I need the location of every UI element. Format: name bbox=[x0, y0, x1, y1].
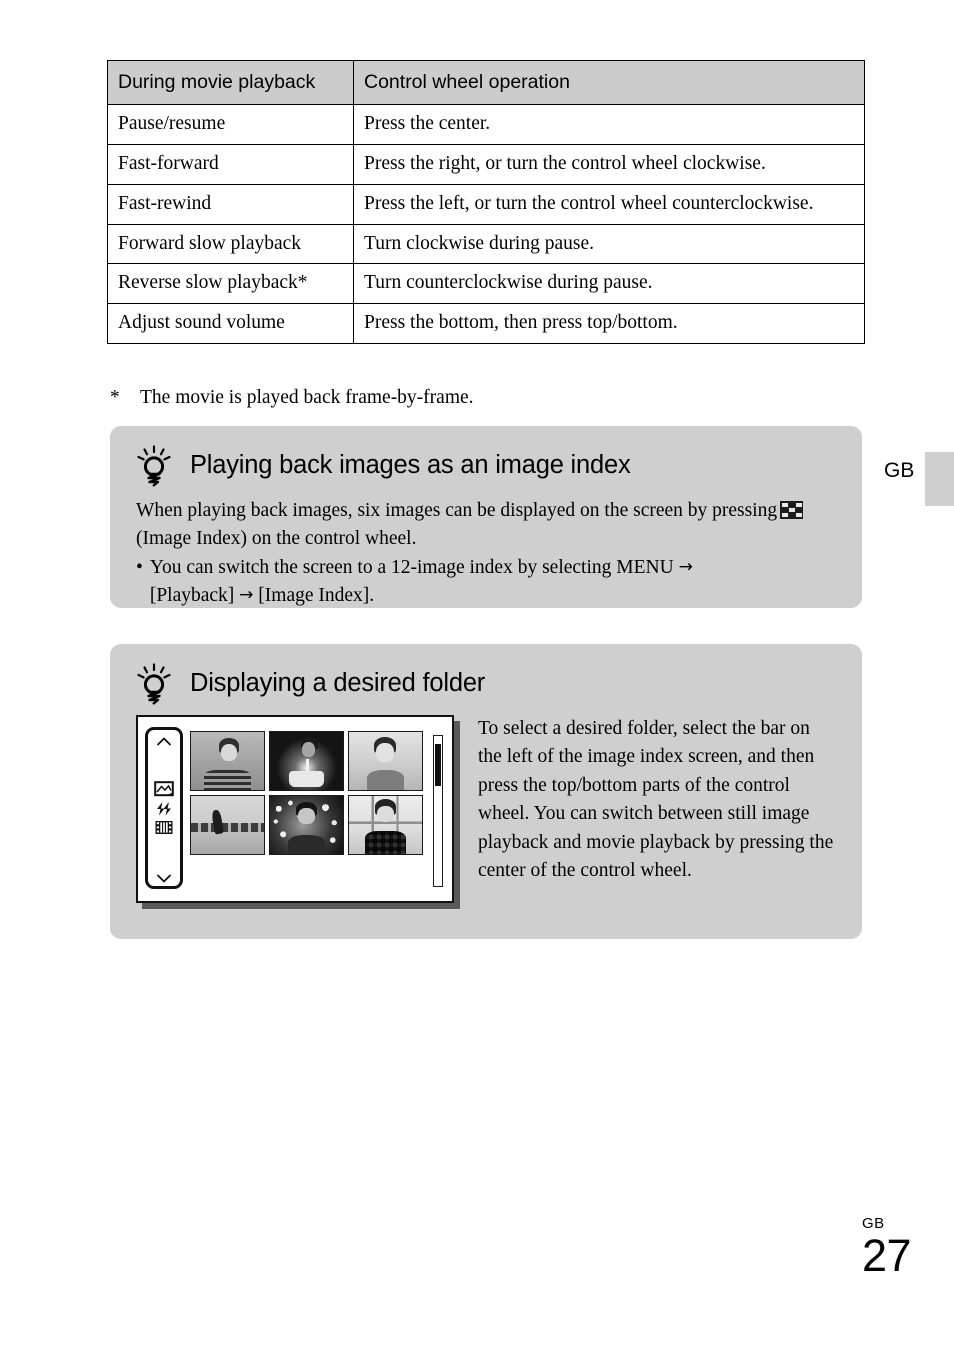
folder-bar-icons bbox=[154, 780, 174, 836]
tip-body: When playing back images, six images can… bbox=[136, 497, 836, 611]
image-index-icon bbox=[780, 501, 804, 519]
folder-selection-bar[interactable] bbox=[145, 727, 183, 889]
table-footnote: * The movie is played back frame-by-frame… bbox=[110, 385, 870, 410]
thumbnail-boy-plaid-window[interactable] bbox=[348, 795, 423, 855]
thumbnail-boy-portrait[interactable] bbox=[190, 731, 265, 791]
tip-paragraph: When playing back images, six images can… bbox=[136, 497, 836, 554]
tip-title: Playing back images as an image index bbox=[190, 451, 631, 479]
bullet-text-playback: [Playback] bbox=[149, 585, 235, 607]
table-header-row: During movie playback Control wheel oper… bbox=[107, 59, 865, 106]
scrollbar-thumb[interactable] bbox=[435, 744, 441, 786]
movie-playback-operations-table: During movie playback Control wheel oper… bbox=[107, 59, 865, 344]
table-header-cell-operation: Control wheel operation bbox=[353, 59, 865, 106]
footnote-mark: * bbox=[110, 387, 120, 408]
table-row: Adjust sound volume Press the bottom, th… bbox=[107, 303, 865, 344]
tip-box-image-index: Playing back images as an image index Wh… bbox=[110, 426, 862, 608]
side-region-label: GB bbox=[884, 459, 915, 482]
table-cell-action: Pause/resume bbox=[107, 104, 354, 146]
footer-region-label: GB bbox=[862, 1215, 885, 1232]
table-cell-action: Forward slow playback bbox=[107, 223, 354, 265]
thumbnail-birthday-cake[interactable] bbox=[269, 731, 344, 791]
camera-screen bbox=[136, 715, 454, 903]
bullet-dot: • bbox=[136, 556, 143, 578]
tip-paragraph-part-2: (Image Index) on the control wheel. bbox=[136, 528, 417, 550]
table-row: Fast-rewind Press the left, or turn the … bbox=[107, 183, 865, 225]
table-cell-action: Fast-forward bbox=[107, 144, 354, 185]
table-row: Reverse slow playback* Turn counterclock… bbox=[107, 263, 865, 305]
tip-body: To select a desired folder, select the b… bbox=[478, 718, 834, 882]
movie-filmstrip-icon[interactable] bbox=[154, 819, 174, 836]
thumbnail-runner-track[interactable] bbox=[190, 795, 265, 855]
page-number: 27 bbox=[862, 1230, 912, 1281]
switch-arrows-icon[interactable] bbox=[154, 800, 174, 817]
table-cell-action: Adjust sound volume bbox=[107, 303, 354, 344]
footnote-text: The movie is played back frame-by-frame. bbox=[140, 387, 474, 408]
table-cell-operation: Press the center. bbox=[353, 104, 865, 146]
arrow-right-icon: → bbox=[239, 585, 254, 606]
table-row: Fast-forward Press the right, or turn th… bbox=[107, 144, 865, 185]
table-header-cell-playback: During movie playback bbox=[107, 59, 354, 106]
side-index-tab bbox=[925, 452, 954, 506]
tip-bullet: • You can switch the screen to a 12-imag… bbox=[136, 554, 836, 611]
table-cell-operation: Press the left, or turn the control whee… bbox=[353, 183, 865, 225]
tip-header: Playing back images as an image index bbox=[136, 444, 836, 487]
table-row: Forward slow playback Turn clockwise dur… bbox=[107, 223, 865, 265]
table-row: Pause/resume Press the center. bbox=[107, 104, 865, 146]
thumbnail-boy-bokeh-lights[interactable] bbox=[269, 795, 344, 855]
lightbulb-icon bbox=[136, 445, 172, 487]
chevron-up-icon[interactable] bbox=[156, 734, 172, 746]
vertical-scrollbar[interactable] bbox=[433, 735, 443, 887]
thumbnail-grid bbox=[190, 731, 427, 855]
table-cell-operation: Press the right, or turn the control whe… bbox=[353, 144, 865, 185]
thumbnail-boy-window[interactable] bbox=[348, 731, 423, 791]
table-cell-action: Reverse slow playback* bbox=[107, 263, 354, 305]
tip-title: Displaying a desired folder bbox=[190, 669, 486, 697]
lightbulb-icon bbox=[136, 663, 172, 705]
table-cell-operation: Turn counterclockwise during pause. bbox=[353, 263, 865, 305]
table-cell-action: Fast-rewind bbox=[107, 183, 354, 225]
tip-header: Displaying a desired folder bbox=[136, 662, 836, 705]
still-image-icon[interactable] bbox=[154, 780, 174, 798]
bullet-content: You can switch the screen to a 12-image … bbox=[150, 554, 836, 611]
tip-box-desired-folder: Displaying a desired folder To select a … bbox=[110, 644, 862, 939]
bullet-text-line-1: You can switch the screen to a 12-image … bbox=[149, 556, 674, 578]
bullet-text-image-index: [Image Index]. bbox=[258, 585, 375, 607]
arrow-right-icon: → bbox=[678, 556, 693, 577]
chevron-down-icon[interactable] bbox=[156, 871, 172, 883]
table-cell-operation: Turn clockwise during pause. bbox=[353, 223, 865, 265]
image-index-screen-illustration bbox=[136, 715, 460, 909]
table-cell-operation: Press the bottom, then press top/bottom. bbox=[353, 303, 865, 344]
tip-paragraph-part-1: When playing back images, six images can… bbox=[136, 500, 778, 521]
page-footer: GB 27 bbox=[862, 1215, 912, 1281]
